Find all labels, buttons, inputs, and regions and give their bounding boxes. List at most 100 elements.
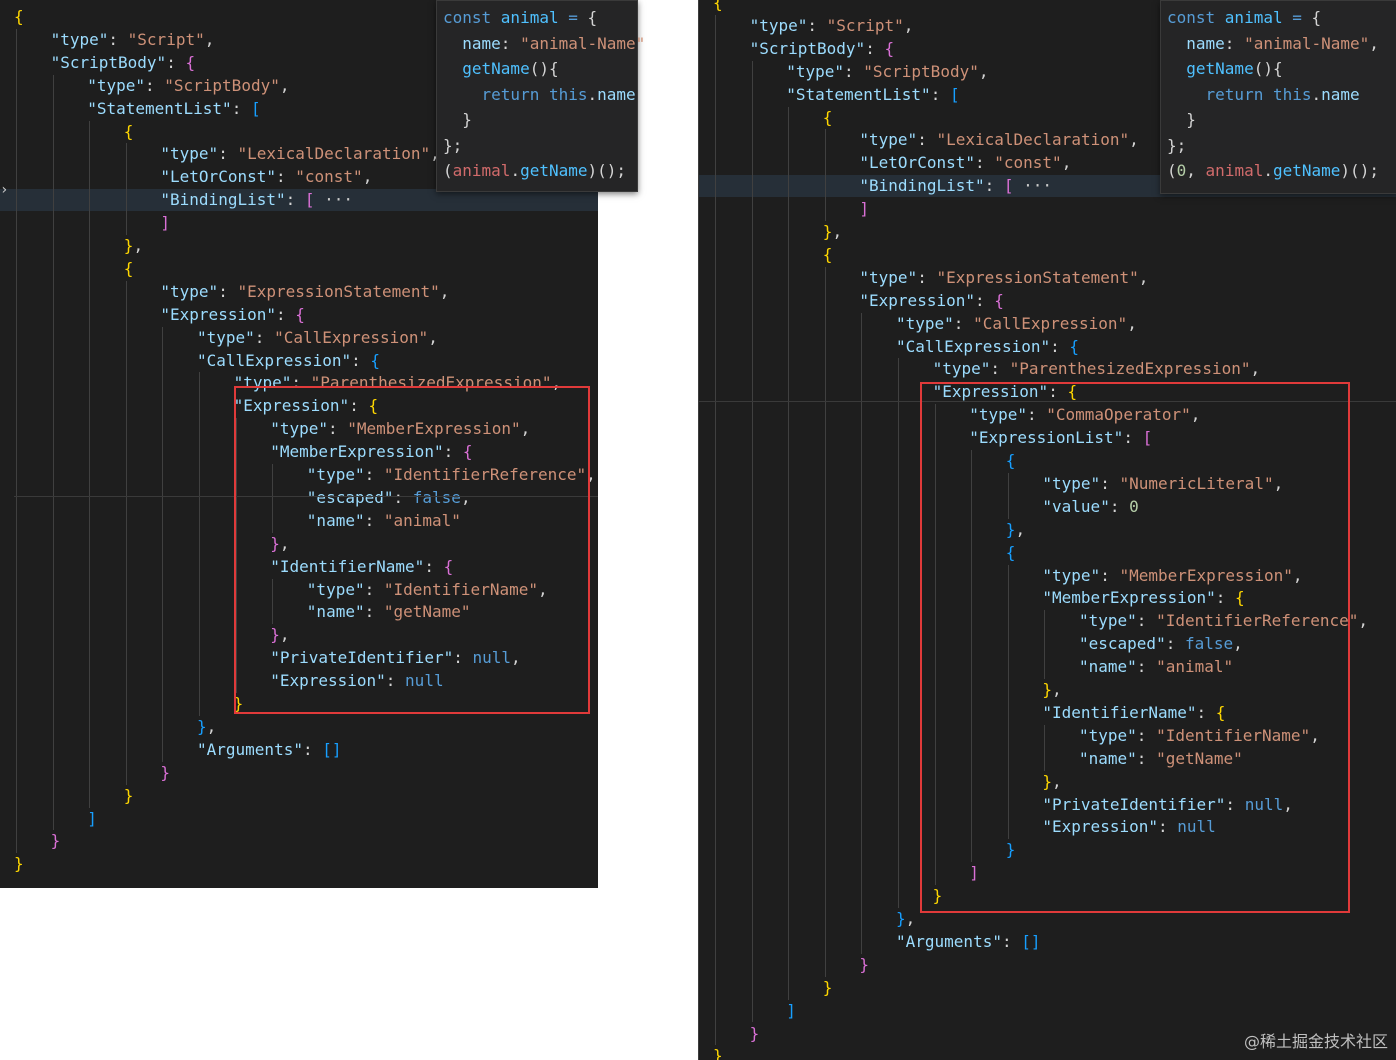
code-token: :: [364, 602, 384, 622]
code-line[interactable]: ]: [699, 198, 1396, 220]
code-line[interactable]: "CallExpression": {: [699, 336, 1396, 358]
code-token: {: [295, 304, 305, 324]
code-token: "Arguments": [197, 739, 303, 759]
code-line[interactable]: "type": "MemberExpression",: [699, 565, 1396, 587]
code-token: :: [1100, 473, 1120, 493]
code-line[interactable]: },: [699, 771, 1396, 793]
code-token: ,: [1127, 313, 1137, 333]
code-token: "MemberExpression": [1119, 565, 1293, 585]
code-line[interactable]: }: [699, 977, 1396, 999]
code-token: ,: [204, 29, 215, 49]
code-line[interactable]: "type": "IdentifierName",: [699, 725, 1396, 747]
popup-code-token: (){: [529, 59, 559, 78]
code-token: :: [443, 442, 463, 462]
left-separator-line: [14, 496, 598, 497]
code-line[interactable]: "PrivateIdentifier": null,: [699, 794, 1396, 816]
code-token: "ScriptBody": [749, 38, 866, 58]
code-line[interactable]: "type": "NumericLiteral",: [699, 473, 1396, 495]
code-token: :: [1215, 588, 1236, 608]
code-line[interactable]: },: [699, 519, 1396, 541]
indent-guide: [1044, 724, 1046, 771]
code-line[interactable]: "IdentifierName": {: [699, 702, 1396, 724]
code-token: ,: [206, 716, 217, 736]
popup-code-token: animal: [1224, 8, 1283, 27]
code-token: "ExpressionStatement": [237, 281, 440, 301]
indent-guide: [16, 28, 17, 854]
code-token: :: [1225, 794, 1245, 814]
code-token: :: [984, 176, 1004, 196]
code-line[interactable]: "Expression": null: [699, 816, 1396, 838]
code-line[interactable]: "Expression": {: [699, 290, 1396, 312]
code-token: ,: [279, 533, 290, 553]
code-token: :: [218, 144, 238, 164]
code-line[interactable]: "escaped": false,: [699, 633, 1396, 655]
code-token: {: [994, 290, 1004, 310]
code-token: []: [1021, 931, 1041, 951]
indent-guide: [715, 14, 716, 1046]
code-line[interactable]: "ExpressionList": [: [699, 427, 1396, 449]
code-line[interactable]: },: [699, 221, 1396, 243]
code-token: "animal": [1156, 657, 1234, 677]
code-token: }: [14, 854, 24, 874]
chevron-right-icon[interactable]: ›: [0, 179, 8, 201]
code-line[interactable]: "type": "ExpressionStatement",: [699, 267, 1396, 289]
code-token: }: [123, 785, 134, 805]
code-line[interactable]: {: [699, 244, 1396, 266]
code-line[interactable]: }: [0, 830, 598, 852]
code-line[interactable]: {: [699, 450, 1396, 472]
code-token: :: [364, 465, 384, 484]
code-line[interactable]: },: [699, 908, 1396, 930]
code-token: :: [1136, 657, 1157, 677]
code-line[interactable]: "type": "CallExpression",: [699, 313, 1396, 335]
code-line[interactable]: "MemberExpression": {: [699, 587, 1396, 609]
code-token: "escaped": [1079, 634, 1166, 654]
code-line[interactable]: "name": "getName": [699, 748, 1396, 770]
code-line[interactable]: "Arguments": []: [699, 931, 1396, 953]
code-token: :: [990, 359, 1010, 379]
code-token: :: [1048, 382, 1068, 402]
indent-guide: [861, 312, 863, 954]
code-token: :: [218, 281, 238, 301]
code-token: "ParenthesizedExpression": [310, 373, 552, 393]
code-line[interactable]: ]: [699, 1000, 1396, 1022]
indent-guide: [934, 404, 936, 886]
code-token: ,: [1358, 611, 1368, 631]
code-line[interactable]: }: [699, 954, 1396, 976]
code-token: "const": [994, 153, 1062, 173]
code-line[interactable]: {: [699, 542, 1396, 564]
code-token: "MemberExpression": [1042, 588, 1216, 608]
code-line[interactable]: "value": 0: [699, 496, 1396, 518]
code-token: [: [1142, 428, 1153, 448]
code-line[interactable]: }: [0, 853, 598, 875]
code-token: :: [453, 648, 473, 668]
code-token: ]: [859, 199, 870, 219]
code-line[interactable]: },: [699, 679, 1396, 701]
code-token: :: [364, 510, 384, 530]
code-line[interactable]: "type": "ParenthesizedExpression",: [699, 358, 1396, 380]
code-token: :: [807, 15, 827, 35]
code-token: ,: [1129, 130, 1139, 150]
code-token: ,: [1138, 267, 1149, 287]
code-line[interactable]: "Expression": {: [699, 381, 1396, 403]
code-line[interactable]: "type": "IdentifierReference",: [699, 610, 1396, 632]
code-line[interactable]: }: [699, 839, 1396, 861]
popup-code-token: this: [1272, 84, 1312, 104]
indent-guide: [162, 326, 164, 762]
code-line[interactable]: "type": "CommaOperator",: [699, 404, 1396, 426]
indent-guide: [788, 106, 790, 1000]
code-line[interactable]: "name": "animal": [699, 656, 1396, 678]
code-token: :: [1157, 817, 1178, 837]
popup-code-token: animal: [1205, 161, 1264, 180]
code-line[interactable]: }: [699, 885, 1396, 907]
code-token: "getName": [383, 602, 471, 622]
code-token: }: [233, 694, 244, 713]
code-token: :: [930, 84, 950, 104]
code-line[interactable]: ]: [699, 862, 1396, 884]
code-token: "ScriptBody": [50, 52, 167, 72]
popup-code-token: }: [443, 110, 472, 129]
code-token: :: [1001, 931, 1022, 951]
code-token: :: [327, 419, 348, 439]
code-line[interactable]: ]: [0, 808, 598, 830]
popup-code-line: getName(){: [1167, 56, 1282, 81]
popup-code-token: )();: [1340, 161, 1379, 180]
